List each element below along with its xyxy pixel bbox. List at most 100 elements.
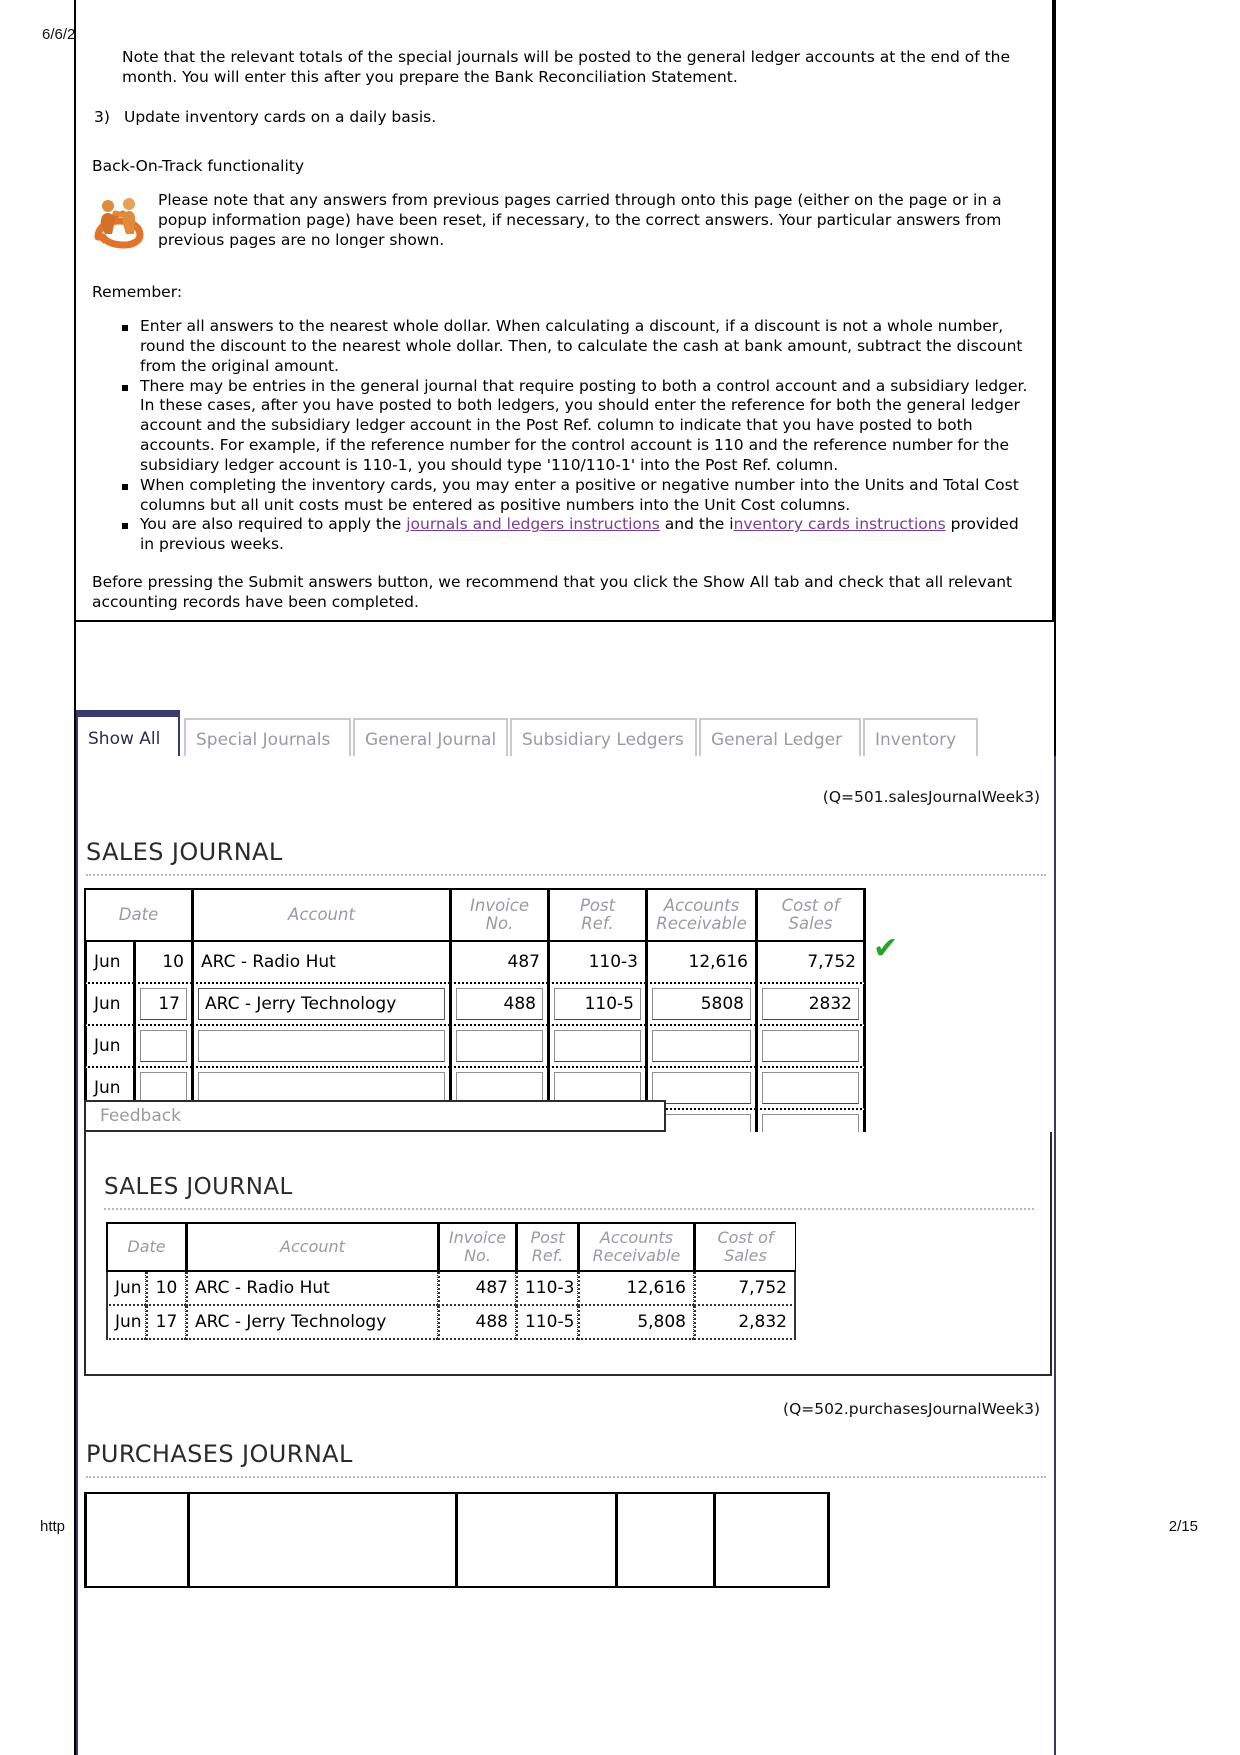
tab-general-ledger-label: General Ledger bbox=[711, 730, 843, 750]
back-on-track-icon bbox=[92, 193, 146, 249]
tab-special-journals[interactable]: Special Journals bbox=[184, 718, 351, 760]
table-row: Jun 17 ARC - Jerry Technology 488 110-5 … bbox=[106, 1306, 796, 1340]
row3-ar-cell bbox=[646, 1026, 756, 1068]
col-header-invoice-line2: No. bbox=[485, 914, 514, 933]
fb-row2-month-cell: Jun bbox=[106, 1306, 146, 1340]
row3-ar-input[interactable] bbox=[652, 1030, 751, 1062]
feedback-tab-label: Feedback bbox=[100, 1106, 181, 1126]
instructions-panel: Note that the relevant totals of the spe… bbox=[74, 0, 1054, 622]
feedback-header-row: Date Account Invoice No. Post Ref. Accou… bbox=[106, 1222, 796, 1272]
col-header-post-ref: Post Ref. bbox=[548, 888, 646, 942]
row2-month-cell: Jun bbox=[84, 984, 134, 1026]
fb-row2-invoice-cell: 488 bbox=[438, 1306, 516, 1340]
pj-cell-amount bbox=[714, 1492, 830, 1588]
fb-row1-cos-cell: 7,752 bbox=[694, 1272, 796, 1306]
row2-invoice-input[interactable]: 488 bbox=[456, 988, 543, 1020]
row3-cos-input[interactable] bbox=[762, 1030, 859, 1062]
purchases-journal-title-rule bbox=[86, 1476, 1046, 1478]
row2-account-input[interactable]: ARC - Jerry Technology bbox=[198, 988, 445, 1020]
row1-day-cell: 10 bbox=[134, 942, 192, 984]
tab-inventory-label: Inventory bbox=[875, 730, 957, 750]
list-item-with-links: You are also required to apply the journ… bbox=[86, 515, 1040, 555]
bullet-link-prefix: You are also required to apply the bbox=[140, 515, 407, 534]
row3-postref-cell bbox=[548, 1026, 646, 1068]
fb-col-header-cos-line2: Sales bbox=[724, 1246, 767, 1265]
print-page-number: 2/15 bbox=[1168, 1518, 1198, 1535]
col-header-postref-line2: Ref. bbox=[581, 914, 614, 933]
row1-ar: 12,616 bbox=[688, 952, 748, 972]
tab-general-journal[interactable]: General Journal bbox=[353, 718, 508, 760]
journal-tab-strip: Show All Special Journals General Journa… bbox=[76, 704, 1056, 760]
col-header-postref-line1: Post bbox=[579, 895, 616, 915]
sales-journal-title-rule bbox=[86, 874, 1046, 876]
col-header-invoice-no: Invoice No. bbox=[450, 888, 548, 942]
fb-row1-postref-cell: 110-3 bbox=[516, 1272, 578, 1306]
fb-col-header-date: Date bbox=[106, 1222, 186, 1272]
row1-day: 10 bbox=[162, 952, 184, 972]
remember-bullet-list: Enter all answers to the nearest whole d… bbox=[86, 317, 1040, 555]
row4-month: Jun bbox=[94, 1078, 121, 1098]
tab-special-journals-label: Special Journals bbox=[196, 730, 331, 750]
col-header-invoice-line1: Invoice bbox=[470, 895, 529, 915]
row2-postref-input[interactable]: 110-5 bbox=[554, 988, 641, 1020]
print-footer: http 2/15 bbox=[0, 1518, 1240, 1540]
row3-month-cell: Jun bbox=[84, 1026, 134, 1068]
back-on-track-row: Please note that any answers from previo… bbox=[92, 191, 1040, 253]
row3-account-input[interactable] bbox=[198, 1030, 445, 1062]
row2-month: Jun bbox=[94, 994, 121, 1014]
table-row: Jun bbox=[84, 1026, 866, 1068]
row1-month-cell: Jun bbox=[84, 942, 134, 984]
fb-row2-postref: 110-5 bbox=[525, 1312, 575, 1332]
fb-row2-account: ARC - Jerry Technology bbox=[195, 1312, 387, 1332]
fb-col-header-invoice-no: Invoice No. bbox=[438, 1222, 516, 1272]
purchases-journal-q-label: (Q=502.purchasesJournalWeek3) bbox=[783, 1400, 1040, 1418]
fb-row2-account-cell: ARC - Jerry Technology bbox=[186, 1306, 438, 1340]
sales-journal-q-label: (Q=501.salesJournalWeek3) bbox=[822, 788, 1040, 806]
row1-ar-cell: 12,616 bbox=[646, 942, 756, 984]
row1-month: Jun bbox=[94, 952, 121, 972]
row3-invoice-cell bbox=[450, 1026, 548, 1068]
purchases-journal-table bbox=[84, 1492, 830, 1588]
row1-account-cell: ARC - Radio Hut bbox=[192, 942, 450, 984]
feedback-tab[interactable]: Feedback bbox=[84, 1100, 666, 1132]
row3-invoice-input[interactable] bbox=[456, 1030, 543, 1062]
row2-ar-cell: 5808 bbox=[646, 984, 756, 1026]
fb-row1-postref: 110-3 bbox=[525, 1278, 575, 1298]
tab-subsidiary-ledgers[interactable]: Subsidiary Ledgers bbox=[510, 718, 697, 760]
inventory-cards-instructions-link[interactable]: nventory cards instructions bbox=[734, 515, 946, 533]
list-item: When completing the inventory cards, you… bbox=[86, 476, 1040, 516]
fb-col-header-invoice-line2: No. bbox=[464, 1246, 491, 1265]
purchases-journal-title: PURCHASES JOURNAL bbox=[86, 1440, 353, 1468]
row1-invoice-cell: 487 bbox=[450, 942, 548, 984]
row4-cos-input[interactable] bbox=[762, 1072, 859, 1104]
journals-and-ledgers-instructions-link[interactable]: journals and ledgers instructions bbox=[406, 515, 660, 533]
col-header-date: Date bbox=[84, 888, 192, 942]
tab-inventory[interactable]: Inventory bbox=[863, 718, 978, 760]
row2-account-cell: ARC - Jerry Technology bbox=[192, 984, 450, 1026]
col-header-cost-of-sales: Cost of Sales bbox=[756, 888, 866, 942]
col-header-account: Account bbox=[192, 888, 450, 942]
fb-row2-postref-cell: 110-5 bbox=[516, 1306, 578, 1340]
tab-general-ledger[interactable]: General Ledger bbox=[699, 718, 861, 760]
fb-row2-cos-cell: 2,832 bbox=[694, 1306, 796, 1340]
row4-ar-input[interactable] bbox=[652, 1072, 751, 1104]
tab-show-all[interactable]: Show All bbox=[76, 710, 180, 760]
fb-row2-ar-cell: 5,808 bbox=[578, 1306, 694, 1340]
fb-col-header-postref-line2: Ref. bbox=[531, 1246, 564, 1265]
row1-postref: 110-3 bbox=[588, 952, 638, 972]
row2-ar-input[interactable]: 5808 bbox=[652, 988, 751, 1020]
fb-row2-day-cell: 17 bbox=[146, 1306, 186, 1340]
row3-postref-input[interactable] bbox=[554, 1030, 641, 1062]
fb-row1-month: Jun bbox=[115, 1278, 142, 1298]
row3-cos-cell bbox=[756, 1026, 866, 1068]
row2-cos-input[interactable]: 2832 bbox=[762, 988, 859, 1020]
row2-day-input[interactable]: 17 bbox=[140, 988, 187, 1020]
row1-postref-cell: 110-3 bbox=[548, 942, 646, 984]
row2-postref-cell: 110-5 bbox=[548, 984, 646, 1026]
row3-day-input[interactable] bbox=[140, 1030, 187, 1062]
table-row: Jun 10 ARC - Radio Hut 487 110-3 12,616 bbox=[84, 942, 866, 984]
purchases-journal-panel: (Q=502.purchasesJournalWeek3) PURCHASES … bbox=[76, 1376, 1056, 1755]
table-row bbox=[84, 1492, 830, 1588]
pj-cell-invoice bbox=[456, 1492, 616, 1588]
fb-row1-ar-cell: 12,616 bbox=[578, 1272, 694, 1306]
